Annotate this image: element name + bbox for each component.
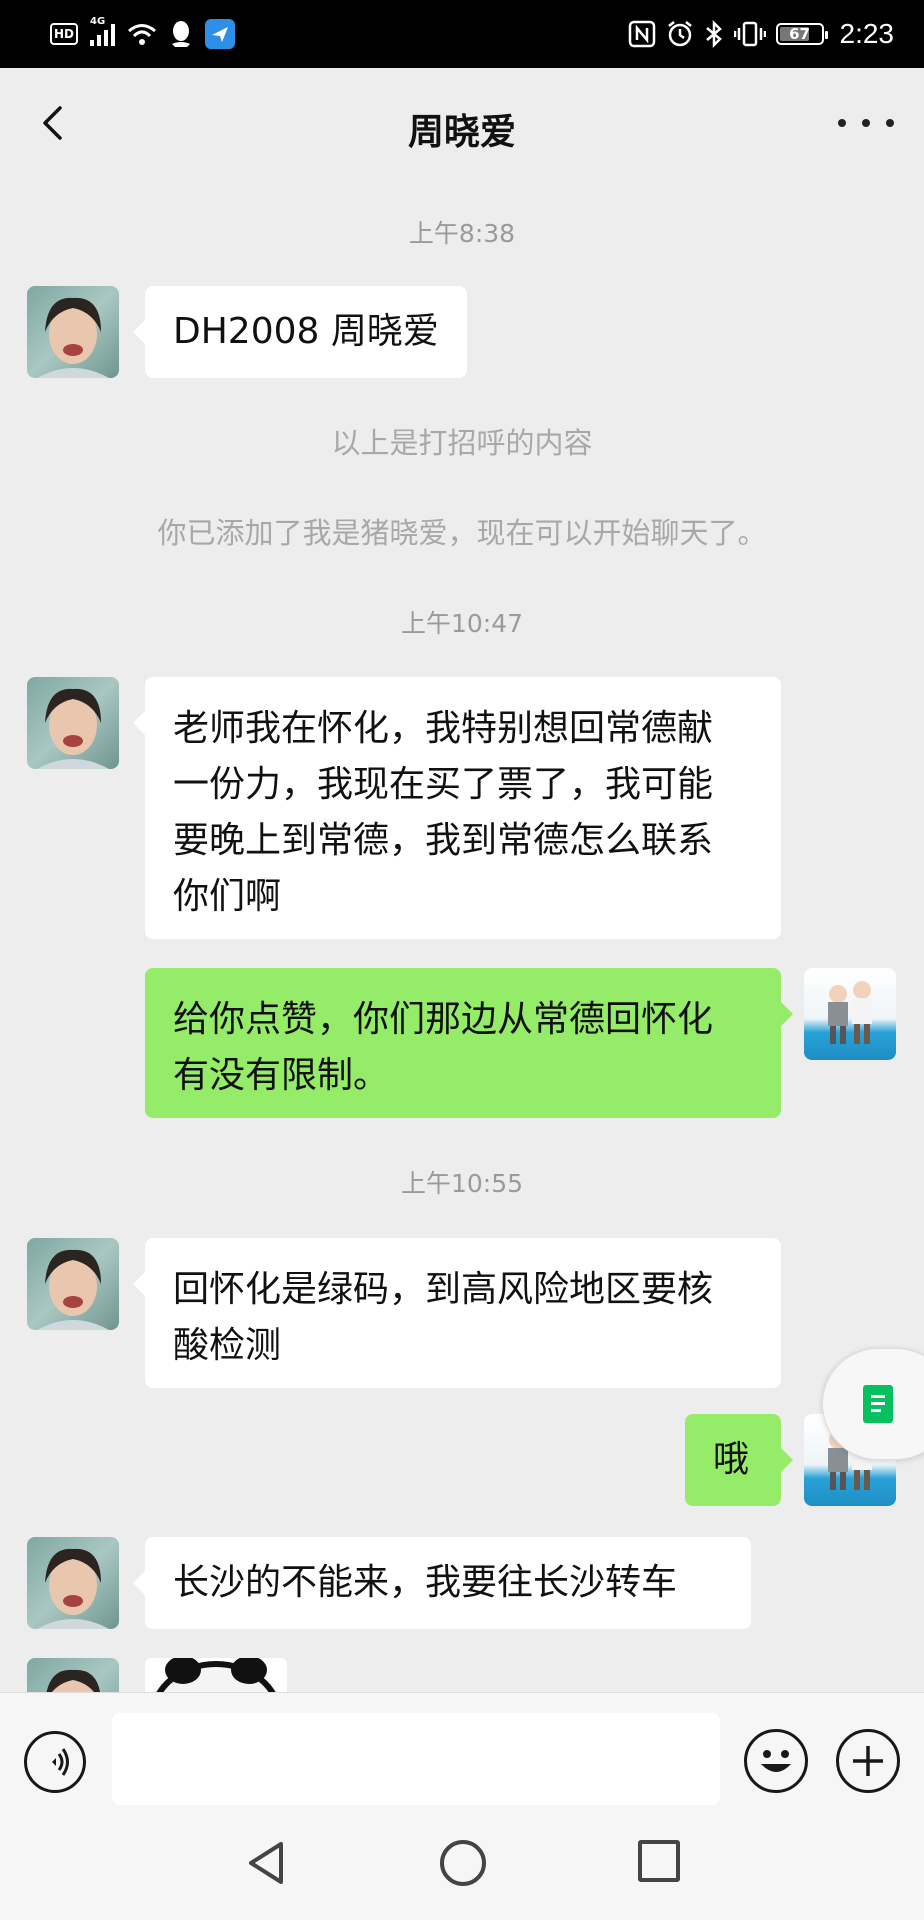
nav-home-icon[interactable] <box>440 1840 486 1886</box>
message-input[interactable] <box>112 1713 720 1805</box>
vibrate-icon <box>733 21 766 47</box>
message-bubble[interactable]: DH2008 周晓爱 <box>133 286 467 378</box>
voice-icon[interactable] <box>24 1731 86 1793</box>
message-bubble-sent[interactable]: 给你点赞，你们那边从常德回怀化 有没有限制。 <box>145 968 793 1118</box>
avatar[interactable] <box>27 677 119 769</box>
hd-icon: HD <box>50 23 78 45</box>
message-bubble[interactable]: 回怀化是绿码，到高风险地区要核 酸检测 <box>133 1238 781 1388</box>
chat-title: 周晓爱 <box>407 112 516 153</box>
plus-icon[interactable] <box>836 1729 900 1793</box>
battery-percent: 67 <box>789 25 810 43</box>
message-line: 你们啊 <box>173 876 282 917</box>
timestamp: 上午10:55 <box>400 1169 524 1198</box>
emoji-icon[interactable] <box>744 1729 808 1793</box>
sticker-image[interactable] <box>145 1658 287 1692</box>
system-nav-bar <box>0 1810 924 1920</box>
bluetooth-icon <box>705 20 722 48</box>
message-bubble[interactable]: 老师我在怀化，我特别想回常德献 一份力，我现在买了票了，我可能 要晚上到常德，我… <box>133 677 781 939</box>
timestamp: 上午10:47 <box>400 609 524 638</box>
message-line: 有没有限制。 <box>173 1055 390 1096</box>
qq-icon <box>172 21 190 47</box>
status-bar: HD 4G 67 2:23 <box>0 0 924 68</box>
system-message: 以上是打招呼的内容 <box>331 426 593 460</box>
avatar[interactable] <box>27 286 119 378</box>
app-icon <box>205 19 235 49</box>
message-text: 长沙的不能来，我要往长沙转车 <box>173 1562 678 1603</box>
message-bubble-sent[interactable]: 哦 <box>685 1414 793 1506</box>
floating-doc-button[interactable] <box>822 1348 924 1460</box>
document-icon <box>863 1385 893 1423</box>
nav-recent-icon[interactable] <box>638 1840 680 1882</box>
message-line: 老师我在怀化，我特别想回常德献 <box>173 708 714 749</box>
avatar[interactable] <box>27 1537 119 1629</box>
nav-back-icon[interactable] <box>243 1838 293 1888</box>
message-line: 给你点赞，你们那边从常德回怀化 <box>173 999 714 1040</box>
status-left-icons: HD 4G <box>50 16 235 50</box>
timestamp: 上午8:38 <box>408 219 516 248</box>
message-line: 要晚上到常德，我到常德怎么联系 <box>173 820 714 861</box>
status-right-icons: 67 2:23 <box>628 14 895 54</box>
alarm-icon <box>667 21 692 47</box>
network-type: 4G <box>90 16 106 27</box>
avatar[interactable] <box>27 1658 119 1692</box>
chat-header: 周晓爱 <box>0 68 924 180</box>
message-line: 回怀化是绿码，到高风险地区要核 <box>173 1269 714 1310</box>
nfc-icon <box>628 20 655 48</box>
more-dots-icon[interactable] <box>838 108 894 138</box>
chat-area[interactable]: 上午8:38 DH2008 周晓爱 以上是打招呼的内容 你已添加了我是猪晓爱，现… <box>0 180 924 1692</box>
message-line: 酸检测 <box>173 1325 282 1366</box>
message-text: DH2008 周晓爱 <box>173 311 439 352</box>
input-bar <box>0 1692 924 1810</box>
message-text: 哦 <box>713 1439 750 1480</box>
message-line: 一份力，我现在买了票了，我可能 <box>173 764 714 805</box>
battery-icon: 67 <box>775 23 828 45</box>
signal-icon: 4G <box>90 16 115 46</box>
status-time: 2:23 <box>839 18 895 49</box>
wifi-icon <box>128 24 156 45</box>
avatar[interactable] <box>27 1238 119 1330</box>
system-message: 你已添加了我是猪晓爱，现在可以开始聊天了。 <box>157 516 767 550</box>
my-avatar[interactable] <box>804 968 896 1060</box>
message-bubble[interactable]: 长沙的不能来，我要往长沙转车 <box>133 1537 751 1629</box>
